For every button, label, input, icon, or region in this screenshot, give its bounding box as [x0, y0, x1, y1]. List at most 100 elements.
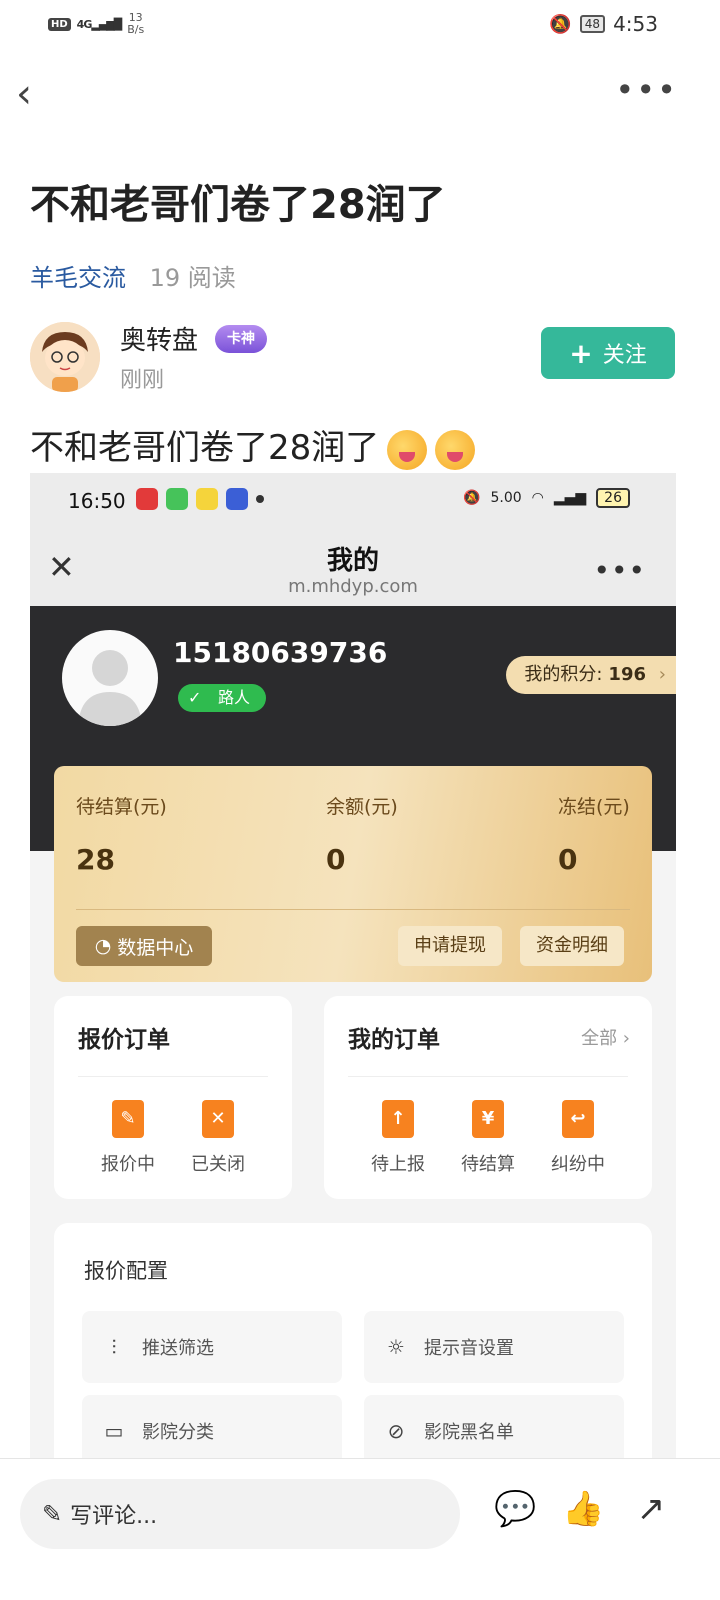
plus-icon: + [569, 336, 593, 370]
config-title: 报价配置 [84, 1259, 168, 1283]
app-icon [226, 488, 248, 510]
quoting-item: ✎ 报价中 [88, 1100, 168, 1176]
read-count: 19 阅读 [149, 264, 236, 292]
block-icon: ⊘ [387, 1419, 405, 1443]
network-type: 4G [76, 17, 93, 31]
bottom-action-bar: ✎ 写评论... 💬 👍 ↗ [0, 1458, 720, 1600]
image-nav: ✕ 我的 m.mhdyp.com ••• [30, 528, 676, 606]
cinema-category-item: ▭ 影院分类 [82, 1395, 342, 1458]
more-icon: ••• [593, 554, 646, 587]
item-label: 待结算 [461, 1154, 515, 1175]
balance-column: 余额(元) 0 [326, 792, 398, 876]
data-center-label: 数据中心 [117, 936, 194, 959]
panel-title: 报价订单 [78, 1027, 170, 1053]
image-icon: ▭ [104, 1419, 124, 1443]
author-badge: 卡神 [215, 325, 267, 353]
view-all-link: 全部 › [581, 1028, 630, 1049]
bell-off-icon: 🔕 [549, 13, 572, 35]
return-box-icon: ↩ [562, 1100, 594, 1138]
hd-icon: HD [48, 17, 71, 31]
author-name[interactable]: 奥转盘 [120, 320, 198, 357]
image-network-speed: 5.00 [490, 490, 522, 506]
signal-icon: ▂▄▆ [553, 490, 587, 506]
author-avatar[interactable] [30, 322, 100, 392]
post-title: 不和老哥们卷了28润了 [30, 182, 446, 228]
more-icon[interactable]: ••• [615, 74, 678, 106]
comment-placeholder: 写评论... [70, 1504, 158, 1529]
hot-face-emoji-icon [435, 429, 476, 470]
share-icon[interactable]: ↗ [630, 1489, 672, 1529]
status-time: 4:53 [613, 12, 658, 36]
push-filter-item: ⫶ 推送筛选 [82, 1311, 342, 1383]
image-page-url: m.mhdyp.com [288, 576, 418, 597]
balance-value: 0 [326, 843, 346, 876]
app-icon [136, 488, 158, 510]
follow-label: 关注 [602, 343, 647, 368]
post-time: 刚刚 [120, 368, 165, 393]
avatar-illustration [30, 322, 100, 392]
item-label: 影院黑名单 [424, 1422, 514, 1443]
default-avatar-icon [78, 650, 142, 726]
item-label: 已关闭 [191, 1154, 245, 1175]
withdraw-button: 申请提现 [398, 926, 502, 966]
pending-value: 28 [76, 843, 115, 876]
divider [348, 1076, 628, 1077]
like-icon[interactable]: 👍 [562, 1489, 604, 1529]
divider [76, 909, 630, 910]
speed-unit: B/s [127, 23, 145, 36]
balance-label: 余额(元) [326, 796, 398, 818]
cinema-blacklist-item: ⊘ 影院黑名单 [364, 1395, 624, 1458]
user-level-badge: 路人 [178, 684, 267, 712]
points-label: 我的积分: [524, 664, 603, 685]
bell-off-icon: 🔕 [463, 490, 481, 506]
comment-icon[interactable]: 💬 [494, 1489, 536, 1529]
top-nav: ‹ ••• [0, 70, 720, 122]
pending-column: 待结算(元) 28 [76, 792, 167, 876]
closed-doc-icon: ✕ [202, 1100, 234, 1138]
hot-face-emoji-icon [387, 429, 428, 470]
balance-card: 待结算(元) 28 余额(元) 0 冻结(元) 0 ◔ 数据中心 申请提现 资金… [54, 766, 652, 982]
item-label: 待上报 [371, 1154, 425, 1175]
frozen-label: 冻结(元) [558, 796, 630, 818]
sound-settings-item: ☼ 提示音设置 [364, 1311, 624, 1383]
app-icon [166, 488, 188, 510]
image-status-right: 🔕 5.00 ◠ ▂▄▆ 26 [463, 488, 630, 508]
item-label: 纠纷中 [551, 1154, 605, 1175]
item-label: 提示音设置 [424, 1338, 514, 1359]
fund-details-button: 资金明细 [520, 926, 624, 966]
signal-icon: 4G▂▄▆█ [76, 17, 123, 31]
points-pill: 我的积分: 196 › [506, 656, 676, 694]
notification-icons [136, 488, 264, 510]
app-icon [196, 488, 218, 510]
back-icon[interactable]: ‹ [16, 74, 32, 114]
panel-title: 我的订单 [348, 1027, 440, 1053]
pie-chart-icon: ◔ [94, 935, 112, 957]
status-left: HD 4G▂▄▆█ 13 B/s [48, 12, 144, 36]
post-image[interactable]: 16:50 🔕 5.00 ◠ ▂▄▆ 26 ✕ 我的 m.mhdyp.com •… [30, 473, 676, 1458]
category-link[interactable]: 羊毛交流 [30, 264, 126, 292]
divider [78, 1076, 268, 1077]
to-settle-item: ¥ 待结算 [448, 1100, 528, 1176]
dispute-item: ↩ 纠纷中 [538, 1100, 618, 1176]
status-right: 🔕 48 4:53 [549, 12, 658, 36]
to-report-item: ↑ 待上报 [358, 1100, 438, 1176]
post-meta: 羊毛交流 19 阅读 [30, 258, 236, 293]
frozen-value: 0 [558, 843, 578, 876]
network-speed: 13 B/s [127, 12, 144, 36]
comment-input[interactable]: ✎ 写评论... [20, 1479, 460, 1549]
post-body-text: 不和老哥们卷了28润了 [30, 428, 380, 468]
frozen-column: 冻结(元) 0 [558, 792, 630, 876]
item-label: 影院分类 [142, 1422, 214, 1443]
pending-label: 待结算(元) [76, 796, 167, 818]
image-page-title: 我的 [326, 546, 379, 576]
user-phone: 15180639736 [173, 636, 388, 669]
user-avatar [62, 630, 158, 726]
battery-icon: 48 [579, 15, 606, 33]
closed-item: ✕ 已关闭 [178, 1100, 258, 1176]
points-value: 196 [608, 664, 646, 685]
settle-doc-icon: ¥ [472, 1100, 504, 1138]
quote-config-panel: 报价配置 ⫶ 推送筛选 ☼ 提示音设置 ▭ 影院分类 ⊘ 影院黑名单 [54, 1223, 652, 1458]
view-all-label: 全部 [581, 1028, 618, 1049]
follow-button[interactable]: + 关注 [541, 327, 675, 379]
image-status-bar: 16:50 🔕 5.00 ◠ ▂▄▆ 26 [30, 473, 676, 528]
